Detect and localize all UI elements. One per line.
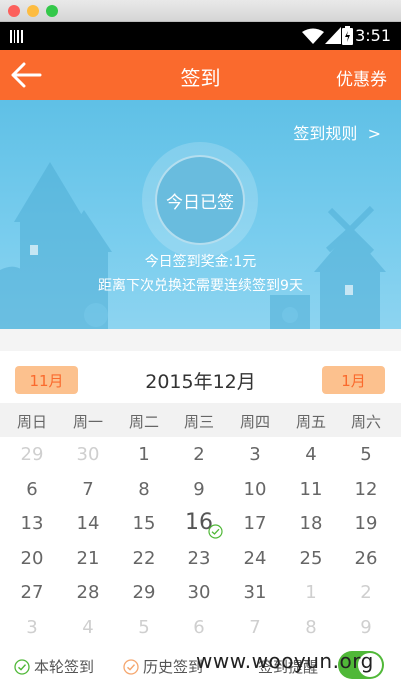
weekday-wed: 周三 bbox=[183, 413, 214, 431]
calendar-day[interactable]: 30 bbox=[171, 582, 227, 603]
calendar-day[interactable]: 7 bbox=[227, 617, 283, 638]
wifi-icon bbox=[302, 28, 324, 44]
calendar-day[interactable]: 28 bbox=[60, 582, 116, 603]
calendar-day[interactable]: 22 bbox=[116, 548, 172, 569]
calendar-day[interactable]: 29 bbox=[116, 582, 172, 603]
next-exchange-text: 距离下次兑换还需要连续签到9天 bbox=[98, 278, 303, 294]
legend-current-round-label: 本轮签到 bbox=[34, 658, 95, 676]
coupons-button[interactable]: 优惠券 bbox=[336, 65, 387, 90]
calendar-day[interactable]: 26 bbox=[338, 548, 394, 569]
chevron-right-icon: > bbox=[362, 124, 381, 143]
legend-history-label: 历史签到 bbox=[143, 658, 204, 676]
calendar-day[interactable]: 2 bbox=[338, 582, 394, 603]
orange-check-icon bbox=[123, 658, 139, 675]
calendar-day[interactable]: 14 bbox=[60, 513, 116, 534]
calendar-day[interactable]: 6 bbox=[171, 617, 227, 638]
month-header: 11月 2015年12月 1月 bbox=[0, 351, 401, 403]
sign-in-banner: 签到规则 > 今日已签 今日签到奖金:1元 距离下次兑换还需要连续签到9天 bbox=[0, 100, 401, 329]
calendar-day[interactable]: 1 bbox=[283, 582, 339, 603]
weekday-tue: 周二 bbox=[128, 413, 159, 431]
calendar-day[interactable]: 8 bbox=[116, 479, 172, 500]
weekday-sat: 周六 bbox=[350, 413, 381, 431]
rules-label: 签到规则 bbox=[293, 124, 358, 143]
sign-in-rules-link[interactable]: 签到规则 > bbox=[293, 120, 381, 144]
calendar-day[interactable]: 29 bbox=[4, 444, 60, 465]
battery-icon bbox=[342, 26, 353, 45]
calendar-day[interactable]: 5 bbox=[116, 617, 172, 638]
calendar-day[interactable]: 2 bbox=[171, 444, 227, 465]
calendar-day[interactable]: 27 bbox=[4, 582, 60, 603]
calendar-day[interactable]: 4 bbox=[60, 617, 116, 638]
status-time: 3:51 bbox=[355, 26, 391, 45]
weekday-fri: 周五 bbox=[295, 413, 326, 431]
calendar-day[interactable]: 1 bbox=[116, 444, 172, 465]
calendar-day[interactable]: 3 bbox=[227, 444, 283, 465]
calendar-day[interactable]: 6 bbox=[4, 479, 60, 500]
status-bar: 3:51 bbox=[0, 22, 401, 50]
calendar-day[interactable]: 24 bbox=[227, 548, 283, 569]
calendar-day[interactable]: 30 bbox=[60, 444, 116, 465]
calendar-day[interactable]: 25 bbox=[283, 548, 339, 569]
calendar-day[interactable]: 21 bbox=[60, 548, 116, 569]
calendar-day[interactable]: 9 bbox=[338, 617, 394, 638]
weekday-mon: 周一 bbox=[72, 413, 103, 431]
next-month-button[interactable]: 1月 bbox=[322, 366, 385, 394]
calendar-day[interactable]: 10 bbox=[227, 479, 283, 500]
weekday-sun: 周日 bbox=[16, 413, 47, 431]
calendar-day[interactable]: 20 bbox=[4, 548, 60, 569]
scallop-border bbox=[0, 403, 401, 407]
green-check-icon bbox=[14, 658, 30, 675]
watermark: www.wooyun.org bbox=[196, 649, 374, 673]
calendar-day[interactable]: 19 bbox=[338, 513, 394, 534]
calendar-day[interactable]: 3 bbox=[4, 617, 60, 638]
calendar-day[interactable]: 5 bbox=[338, 444, 394, 465]
calendar-day[interactable]: 12 bbox=[338, 479, 394, 500]
divider bbox=[0, 329, 401, 351]
app-bar: 签到 优惠券 bbox=[0, 50, 401, 100]
legend-history: 历史签到 bbox=[123, 656, 203, 677]
calendar-day[interactable]: 17 bbox=[227, 513, 283, 534]
signed-today-badge: 今日已签 bbox=[155, 155, 245, 245]
calendar-day[interactable]: 9 bbox=[171, 479, 227, 500]
signal-icon bbox=[325, 27, 341, 44]
calendar-day[interactable]: 8 bbox=[283, 617, 339, 638]
calendar-day[interactable]: 15 bbox=[116, 513, 172, 534]
minimize-window-button[interactable] bbox=[27, 5, 39, 17]
calendar-day[interactable]: 23 bbox=[171, 548, 227, 569]
signed-check-icon bbox=[208, 524, 223, 539]
calendar-day[interactable]: 11 bbox=[283, 479, 339, 500]
calendar-day[interactable]: 7 bbox=[60, 479, 116, 500]
calendar-day[interactable]: 4 bbox=[283, 444, 339, 465]
weekday-thu: 周四 bbox=[239, 413, 270, 431]
calendar-day[interactable]: 31 bbox=[227, 582, 283, 603]
zoom-window-button[interactable] bbox=[46, 5, 58, 17]
today-bonus-text: 今日签到奖金:1元 bbox=[144, 254, 257, 270]
legend-current-round: 本轮签到 bbox=[14, 656, 94, 677]
window-titlebar bbox=[0, 0, 401, 22]
calendar-day[interactable]: 18 bbox=[283, 513, 339, 534]
close-window-button[interactable] bbox=[8, 5, 20, 17]
weekday-header: 周日 周一 周二 周三 周四 周五 周六 bbox=[0, 403, 401, 437]
signed-today-label: 今日已签 bbox=[166, 192, 234, 213]
barcode-icon bbox=[10, 30, 23, 43]
calendar-day[interactable]: 13 bbox=[4, 513, 60, 534]
